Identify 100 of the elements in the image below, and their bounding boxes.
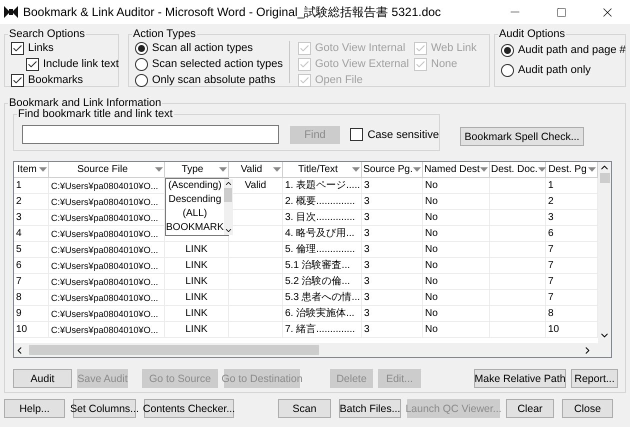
- filter-caret-icon[interactable]: [413, 167, 421, 172]
- dropdown-option[interactable]: BOOKMARK: [166, 221, 224, 235]
- checkbox[interactable]: [350, 128, 364, 141]
- table-cell: No: [423, 194, 490, 210]
- vertical-scrollbar[interactable]: [598, 162, 611, 343]
- checkbox-label: Case sensitive: [367, 128, 439, 142]
- table-cell: 7. 緒言..............: [283, 322, 362, 338]
- action-button[interactable]: Report...: [571, 369, 618, 388]
- filter-caret-icon[interactable]: [219, 167, 227, 172]
- filter-caret-icon[interactable]: [352, 167, 360, 172]
- dropdown-option[interactable]: Descending: [166, 193, 224, 207]
- table-cell: 3: [362, 178, 423, 194]
- radio-button[interactable]: [135, 42, 148, 54]
- filter-caret-icon[interactable]: [155, 167, 163, 172]
- column-header[interactable]: Named Dest: [423, 162, 490, 178]
- table-cell: 7: [14, 274, 49, 290]
- column-header[interactable]: Item: [14, 162, 49, 178]
- table-cell: No: [423, 258, 490, 274]
- checkbox-label: Include link text: [43, 57, 119, 71]
- table-cell: 3: [362, 274, 423, 290]
- table-cell: [490, 178, 546, 194]
- table-cell: 6: [14, 258, 49, 274]
- footer-button[interactable]: Batch Files...: [339, 399, 401, 418]
- horizontal-scrollbar[interactable]: [14, 343, 611, 357]
- column-header[interactable]: Dest. Pg: [546, 162, 598, 178]
- table-cell: 3: [362, 322, 423, 338]
- table-cell: No: [423, 242, 490, 258]
- column-header[interactable]: Source Pg.: [362, 162, 423, 178]
- column-header[interactable]: Dest. Doc.: [490, 162, 546, 178]
- table-cell: 5.2 治験の倫...: [283, 274, 362, 290]
- filter-caret-icon[interactable]: [588, 167, 596, 172]
- filter-caret-icon[interactable]: [538, 167, 546, 172]
- table-cell: 2: [14, 194, 49, 210]
- checkbox-label: None: [431, 57, 458, 71]
- maximize-icon[interactable]: [556, 6, 566, 18]
- checkbox-label: Web Link: [431, 41, 477, 55]
- search-field[interactable]: [22, 125, 279, 144]
- footer-button[interactable]: Scan: [278, 399, 331, 418]
- radio-label: Audit path only: [518, 63, 591, 77]
- dropdown-option[interactable]: (ALL): [166, 207, 224, 221]
- spell-check-button[interactable]: Bookmark Spell Check...: [460, 127, 584, 146]
- action-button[interactable]: Audit: [13, 369, 72, 388]
- radio-button[interactable]: [501, 44, 514, 56]
- radio-button[interactable]: [135, 74, 148, 86]
- table-cell: No: [423, 226, 490, 242]
- table-cell: 3: [362, 194, 423, 210]
- checkbox-label: Links: [28, 41, 54, 55]
- dropdown-option[interactable]: (Ascending): [166, 179, 224, 193]
- table-cell: LINK: [165, 306, 229, 322]
- app-logo-icon: [4, 6, 18, 18]
- checkbox-label: Bookmarks: [28, 73, 84, 87]
- table-cell: No: [423, 178, 490, 194]
- table-cell: 3: [362, 290, 423, 306]
- filter-caret-icon[interactable]: [39, 167, 47, 172]
- filter-caret-icon[interactable]: [480, 167, 488, 172]
- filter-caret-icon[interactable]: [273, 167, 281, 172]
- table-cell: 4: [14, 226, 49, 242]
- table-cell: 3: [362, 210, 423, 226]
- table-cell: 5. 倫理..............: [283, 242, 362, 258]
- footer-button[interactable]: Close: [562, 399, 613, 418]
- scroll-thumb[interactable]: [29, 345, 319, 355]
- table-cell: C:¥Users¥pa0804010¥O...: [49, 258, 165, 274]
- table-cell: C:¥Users¥pa0804010¥O...: [49, 290, 165, 306]
- radio-label: Only scan absolute paths: [152, 73, 276, 87]
- footer-button[interactable]: Clear: [506, 399, 554, 418]
- table-cell: 3: [362, 226, 423, 242]
- column-header[interactable]: Source File: [49, 162, 165, 178]
- table-cell: 5.1 治験審査...: [283, 258, 362, 274]
- checkbox[interactable]: [11, 42, 24, 54]
- scroll-up-icon[interactable]: [224, 179, 233, 188]
- group-title: Audit Options: [498, 26, 566, 42]
- checkbox[interactable]: [11, 74, 24, 86]
- group-title: Search Options: [8, 26, 86, 42]
- radio-button[interactable]: [135, 58, 148, 70]
- column-header[interactable]: Title/Text: [283, 162, 362, 178]
- scroll-down-icon[interactable]: [224, 226, 233, 235]
- table-cell: LINK: [165, 322, 229, 338]
- footer-button[interactable]: Help...: [4, 399, 65, 418]
- scroll-thumb[interactable]: [600, 173, 610, 183]
- scroll-thumb[interactable]: [224, 188, 232, 202]
- table-cell: LINK: [165, 274, 229, 290]
- radio-button[interactable]: [501, 64, 514, 76]
- table-cell: LINK: [165, 258, 229, 274]
- table-cell: 3: [362, 306, 423, 322]
- radio-label: Scan all action types: [152, 41, 253, 55]
- window-title: Bookmark & Link Auditor - Microsoft Word - Original_試験総括報告書 5321.doc: [23, 5, 441, 19]
- action-button[interactable]: Make Relative Path: [474, 369, 566, 388]
- radio-label: Scan selected action types: [152, 57, 283, 71]
- checkbox-label: Goto View Internal: [315, 41, 406, 55]
- table-cell: 5: [14, 242, 49, 258]
- column-header[interactable]: Type: [165, 162, 229, 178]
- table-cell: 3: [362, 258, 423, 274]
- table-cell: No: [423, 290, 490, 306]
- table-cell: No: [423, 274, 490, 290]
- table-cell: 3: [14, 210, 49, 226]
- table-cell: No: [423, 306, 490, 322]
- checkbox[interactable]: [26, 58, 39, 70]
- footer-button[interactable]: Set Columns...: [73, 399, 136, 418]
- footer-button[interactable]: Contents Checker...: [144, 399, 234, 418]
- column-header[interactable]: Valid: [229, 162, 283, 178]
